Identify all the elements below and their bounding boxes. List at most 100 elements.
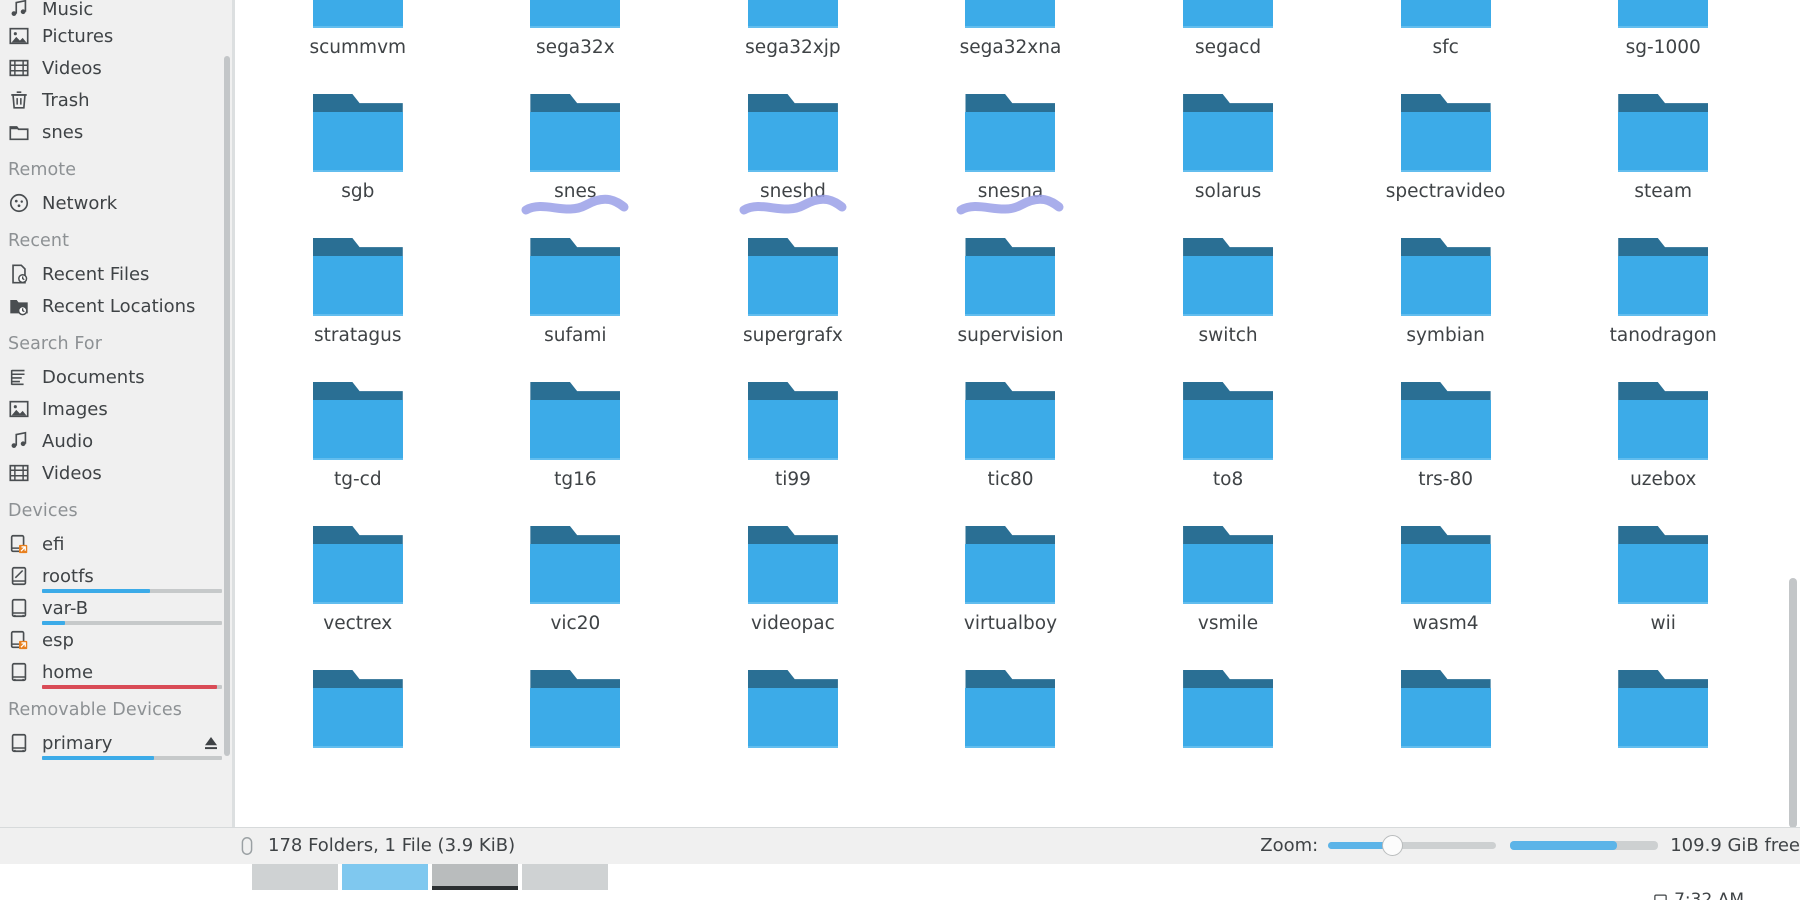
sidebar-item-var-b[interactable]: var-B (0, 592, 232, 625)
file-item[interactable]: supervision (902, 232, 1120, 376)
sidebar-item-efi[interactable]: efi (0, 528, 232, 560)
sidebar-item-pictures[interactable]: Pictures (0, 20, 232, 52)
file-item[interactable]: uzebox (1554, 376, 1772, 520)
file-item[interactable]: steam (1554, 88, 1772, 232)
file-item[interactable] (1337, 664, 1555, 808)
sidebar-item-rootfs[interactable]: rootfs (0, 560, 232, 593)
file-item[interactable]: sufami (467, 232, 685, 376)
sidebar-item-label: Network (42, 192, 118, 214)
file-item[interactable]: tg16 (467, 376, 685, 520)
file-item[interactable]: tic80 (902, 376, 1120, 520)
sidebar-item-primary[interactable]: primary (0, 727, 232, 760)
music-icon (11, 431, 27, 448)
sidebar-item-label: Music (42, 0, 94, 20)
image-icon (9, 400, 29, 418)
taskbar-clock[interactable]: 7:32 AM (1653, 890, 1744, 900)
file-item[interactable]: sg-1000 (1554, 0, 1772, 88)
file-item[interactable]: sfc (1337, 0, 1555, 88)
file-item[interactable]: tanodragon (1554, 232, 1772, 376)
file-item[interactable]: sega32xjp (684, 0, 902, 88)
sidebar-item-trash[interactable]: Trash (0, 84, 232, 116)
file-item[interactable]: ti99 (684, 376, 902, 520)
sidebar-item-home[interactable]: home (0, 656, 232, 689)
file-item[interactable]: supergrafx (684, 232, 902, 376)
file-item[interactable]: sneshd (684, 88, 902, 232)
file-item[interactable]: solarus (1119, 88, 1337, 232)
file-item[interactable]: switch (1119, 232, 1337, 376)
file-list-view[interactable]: scummvm sega32x sega32xjp sega32xna segacd sf… (232, 0, 1800, 828)
folder-icon (9, 126, 29, 141)
file-item-label: spectravideo (1385, 181, 1506, 202)
file-item[interactable] (1554, 664, 1772, 808)
places-sidebar[interactable]: Music Pictures Videos Trash snes Remote Networ… (0, 0, 232, 828)
file-item[interactable]: tg-cd (249, 376, 467, 520)
file-item[interactable]: vic20 (467, 520, 685, 664)
taskbar-button-active[interactable] (342, 863, 428, 890)
file-item[interactable]: snesna (902, 88, 1120, 232)
file-item[interactable]: wii (1554, 520, 1772, 664)
sidebar-item-network[interactable]: Network (0, 187, 232, 219)
file-item[interactable]: spectravideo (1337, 88, 1555, 232)
folder-icon (747, 0, 838, 28)
sidebar-item-documents[interactable]: Documents (0, 361, 232, 393)
taskbar-buttons[interactable] (252, 863, 608, 890)
status-bar: 178 Folders, 1 File (3.9 KiB) Zoom: 109.… (0, 827, 1800, 864)
file-view-scrollbar-thumb[interactable] (1789, 578, 1797, 828)
file-item[interactable]: snes (467, 88, 685, 232)
file-item-label: tg16 (554, 469, 597, 490)
file-item[interactable] (684, 664, 902, 808)
file-item-label: videopac (751, 613, 835, 634)
sidebar-item-label: Documents (42, 366, 145, 388)
zoom-slider[interactable] (1328, 835, 1497, 857)
file-item[interactable]: videopac (684, 520, 902, 664)
sidebar-item-recent-files[interactable]: Recent Files (0, 258, 232, 290)
folder-icon (312, 94, 403, 172)
file-item[interactable]: vectrex (249, 520, 467, 664)
taskbar-button-1[interactable] (252, 863, 338, 890)
sidebar-scrollbar-thumb[interactable] (224, 56, 230, 756)
file-view-scrollbar[interactable] (1786, 0, 1800, 828)
sidebar-item-recent-locations[interactable]: Recent Locations (0, 290, 232, 322)
sidebar-heading-search-for: Search For (8, 334, 103, 354)
file-item[interactable]: wasm4 (1337, 520, 1555, 664)
file-item[interactable]: virtualboy (902, 520, 1120, 664)
file-item-label: supergrafx (742, 325, 843, 346)
file-item[interactable]: to8 (1119, 376, 1337, 520)
file-item[interactable] (1119, 664, 1337, 808)
sidebar-item-esp[interactable]: esp (0, 624, 232, 656)
file-item[interactable]: trs-80 (1337, 376, 1555, 520)
file-item[interactable]: sega32xna (902, 0, 1120, 88)
file-item[interactable]: sega32x (467, 0, 685, 88)
file-item[interactable]: scummvm (249, 0, 467, 88)
file-item[interactable] (467, 664, 685, 808)
usb-stick-icon (241, 836, 253, 855)
file-item[interactable] (249, 664, 467, 808)
desktop-taskbar[interactable]: 7:32 AM (0, 863, 1800, 900)
file-item[interactable]: symbian (1337, 232, 1555, 376)
zoom-slider-handle[interactable] (1382, 835, 1404, 857)
file-item[interactable] (902, 664, 1120, 808)
icon-grid[interactable]: scummvm sega32x sega32xjp sega32xna segacd sf… (235, 0, 1786, 827)
file-item-label: wasm4 (1412, 613, 1479, 634)
sidebar-scrollbar[interactable] (222, 0, 232, 828)
file-item[interactable]: segacd (1119, 0, 1337, 88)
eject-icon[interactable] (202, 734, 220, 752)
sidebar-item-snes[interactable]: snes (0, 116, 232, 148)
taskbar-button-3[interactable] (432, 863, 518, 890)
file-item[interactable]: stratagus (249, 232, 467, 376)
sidebar-item-images[interactable]: Images (0, 393, 232, 425)
file-item[interactable]: vsmile (1119, 520, 1337, 664)
file-item-label: to8 (1212, 469, 1244, 490)
sidebar-item-label: var-B (42, 597, 89, 619)
taskbar-button-4[interactable] (522, 863, 608, 890)
sidebar-item-label: efi (42, 533, 65, 555)
sidebar-item-music[interactable]: Music (0, 0, 232, 20)
file-item[interactable]: sgb (249, 88, 467, 232)
sidebar-item-videos[interactable]: Videos (0, 457, 232, 489)
sidebar-item-videos[interactable]: Videos (0, 52, 232, 84)
file-item-label: sega32x (536, 37, 615, 58)
sidebar-item-label: primary (42, 732, 113, 754)
sidebar-item-audio[interactable]: Audio (0, 425, 232, 457)
drive-icon (11, 662, 27, 682)
sidebar-heading-devices: Devices (8, 501, 78, 521)
